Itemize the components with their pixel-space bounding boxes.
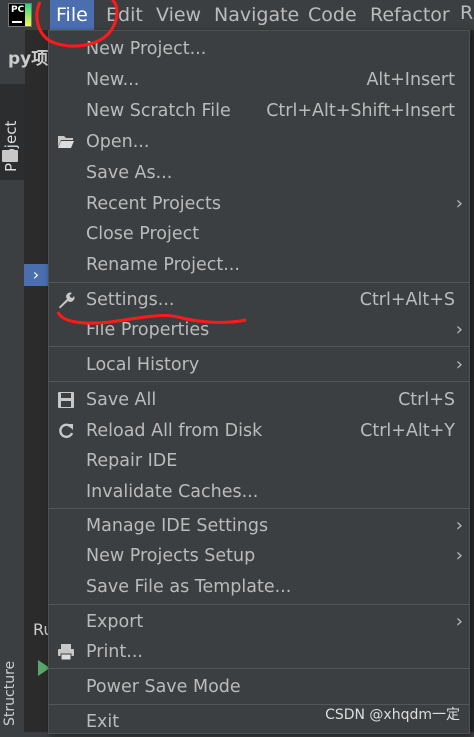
submenu-arrow-icon: › — [455, 515, 463, 536]
reload-icon — [59, 423, 74, 439]
menu-item-label: New Scratch File — [86, 101, 231, 121]
project-tool-tab[interactable]: Project — [0, 84, 24, 180]
menu-separator — [49, 604, 469, 605]
pycharm-logo: PC — [8, 3, 32, 27]
menu-item-label: Save All — [86, 390, 157, 410]
menu-code[interactable]: Code — [302, 0, 363, 30]
menu-item-label: Close Project — [86, 224, 200, 244]
file-menu-dropdown: New Project... New... Alt+Insert New Scr… — [48, 30, 470, 734]
menu-item-manage-ide-settings[interactable]: Manage IDE Settings › — [49, 511, 469, 541]
menu-view[interactable]: View — [150, 0, 207, 30]
menu-bar: PC File Edit View Navigate Code Refactor — [0, 0, 474, 30]
menu-item-shortcut: Ctrl+S — [398, 390, 455, 410]
menu-separator — [49, 282, 469, 283]
submenu-arrow-icon: › — [455, 611, 463, 632]
menu-item-label: Power Save Mode — [86, 677, 241, 697]
menu-separator — [49, 668, 469, 669]
menu-item-print[interactable]: Print... — [49, 637, 469, 667]
submenu-arrow-icon: › — [455, 545, 463, 566]
menu-item-invalidate-caches[interactable]: Invalidate Caches... — [49, 477, 469, 507]
menu-item-new[interactable]: New... Alt+Insert — [49, 65, 469, 95]
menu-item-save-all[interactable]: Save All Ctrl+S — [49, 385, 469, 415]
menu-item-label: New... — [86, 70, 140, 90]
menu-item-label: Save File as Template... — [86, 577, 292, 597]
submenu-arrow-icon: › — [455, 319, 463, 340]
menu-item-shortcut: Ctrl+Alt+Y — [360, 421, 455, 441]
menu-separator — [49, 346, 469, 347]
folder-open-icon — [58, 136, 74, 148]
structure-tab-label: Structure — [2, 660, 18, 726]
submenu-arrow-icon: › — [455, 193, 463, 214]
menu-item-label: Manage IDE Settings — [86, 516, 269, 536]
menu-item-label: Settings... — [86, 290, 175, 310]
menu-item-reload-all-from-disk[interactable]: Reload All from Disk Ctrl+Alt+Y — [49, 416, 469, 446]
menu-item-label: Print... — [86, 642, 143, 662]
menu-item-label: Recent Projects — [86, 194, 222, 214]
menu-item-save-as[interactable]: Save As... — [49, 158, 469, 188]
menu-item-label: Save As... — [86, 163, 173, 183]
printer-icon — [58, 644, 74, 661]
menu-item-rename-project[interactable]: Rename Project... — [49, 250, 469, 280]
menu-item-label: Local History — [86, 355, 200, 375]
project-title: py项 — [8, 49, 49, 69]
menu-item-new-projects-setup[interactable]: New Projects Setup › — [49, 541, 469, 571]
menu-item-label: Invalidate Caches... — [86, 482, 259, 502]
left-tool-strip — [0, 84, 25, 732]
project-tab-label: Project — [2, 120, 20, 172]
menu-item-close-project[interactable]: Close Project — [49, 219, 469, 249]
menu-item-save-file-as-template[interactable]: Save File as Template... — [49, 572, 469, 602]
menu-refactor[interactable]: Refactor — [364, 0, 456, 30]
menu-item-recent-projects[interactable]: Recent Projects › — [49, 189, 469, 219]
menu-item-label: Export — [86, 612, 144, 632]
menu-run-partial[interactable]: R — [460, 2, 473, 24]
menu-item-file-properties[interactable]: File Properties › — [49, 315, 469, 345]
folder-icon — [2, 150, 18, 162]
menu-item-open[interactable]: Open... — [49, 127, 469, 157]
menu-item-label: Exit — [86, 712, 120, 732]
menu-separator — [49, 381, 469, 382]
menu-item-settings[interactable]: Settings... Ctrl+Alt+S — [49, 285, 469, 315]
menu-item-repair-ide[interactable]: Repair IDE — [49, 446, 469, 476]
submenu-arrow-icon: › — [455, 354, 463, 375]
menu-item-label: New Project... — [86, 39, 207, 59]
menu-separator — [49, 508, 469, 509]
menu-edit[interactable]: Edit — [100, 0, 149, 30]
menu-item-label: Open... — [86, 132, 150, 152]
save-icon — [58, 392, 74, 408]
menu-item-label: File Properties — [86, 320, 210, 340]
menu-item-label: Reload All from Disk — [86, 421, 263, 441]
menu-item-label: New Projects Setup — [86, 546, 256, 566]
menu-item-new-scratch-file[interactable]: New Scratch File Ctrl+Alt+Shift+Insert — [49, 96, 469, 126]
menu-item-shortcut: Ctrl+Alt+S — [359, 290, 455, 310]
menu-item-local-history[interactable]: Local History › — [49, 350, 469, 380]
wrench-icon — [59, 292, 75, 309]
menu-item-shortcut: Alt+Insert — [366, 70, 455, 90]
menu-file[interactable]: File — [50, 0, 94, 30]
menu-item-power-save-mode[interactable]: Power Save Mode — [49, 672, 469, 702]
menu-item-shortcut: Ctrl+Alt+Shift+Insert — [266, 101, 455, 121]
menu-item-label: Repair IDE — [86, 451, 178, 471]
menu-item-new-project[interactable]: New Project... — [49, 34, 469, 64]
expand-chevron-icon[interactable]: › — [24, 264, 48, 286]
csdn-watermark: CSDN @xhqdm一定 — [325, 707, 460, 723]
menu-item-export[interactable]: Export › — [49, 607, 469, 637]
menu-navigate[interactable]: Navigate — [208, 0, 305, 30]
menu-item-label: Rename Project... — [86, 255, 240, 275]
